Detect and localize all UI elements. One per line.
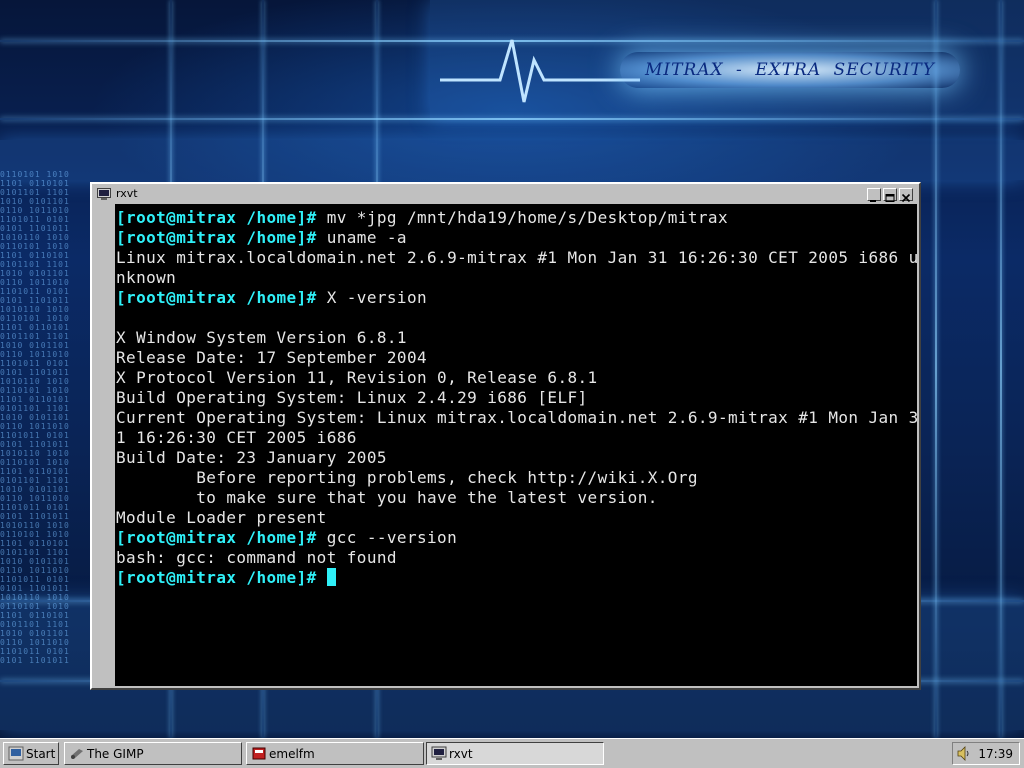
terminal-text: Build Operating System: Linux 2.4.29 i68… (116, 388, 588, 407)
terminal-icon (431, 746, 447, 760)
minimize-icon (870, 200, 876, 202)
terminal-text: X -version (316, 288, 428, 307)
terminal-text: Build Date: 23 January 2005 (116, 448, 387, 467)
heartbeat-pulse-icon (440, 39, 640, 103)
shell-prompt: [root@mitrax /home]# (116, 208, 317, 227)
terminal-lines: [root@mitrax /home]# mv *jpg /mnt/hda19/… (115, 204, 917, 588)
wallpaper-line (1000, 0, 1002, 738)
shell-prompt: [root@mitrax /home]# (116, 288, 317, 307)
task-label: rxvt (449, 747, 473, 761)
start-icon (8, 746, 24, 761)
terminal-line: Build Operating System: Linux 2.4.29 i68… (116, 388, 917, 408)
terminal-text: Before reporting problems, check http://… (116, 468, 698, 487)
terminal-line: [root@mitrax /home]# mv *jpg /mnt/hda19/… (116, 208, 917, 228)
terminal-text: Release Date: 17 September 2004 (116, 348, 428, 367)
terminal-line: Current Operating System: Linux mitrax.l… (116, 408, 917, 428)
terminal-text: Module Loader present (116, 508, 327, 527)
terminal-text: to make sure that you have the latest ve… (116, 488, 658, 507)
terminal-line: [root@mitrax /home]# (116, 568, 917, 588)
shell-prompt: [root@mitrax /home]# (116, 528, 317, 547)
wallpaper-line (0, 118, 1024, 120)
terminal-text: gcc --version (316, 528, 458, 547)
window-title: rxvt (116, 187, 138, 200)
terminal-line: 1 16:26:30 CET 2005 i686 (116, 428, 917, 448)
rxvt-window[interactable]: rxvt [root@mitrax /home]# mv *jpg /mnt/h… (90, 182, 921, 690)
maximize-icon (885, 194, 895, 202)
close-button[interactable] (899, 188, 913, 203)
window-titlebar[interactable]: rxvt (94, 186, 917, 203)
terminal-line: [root@mitrax /home]# X -version (116, 288, 917, 308)
start-label: Start (26, 747, 56, 761)
wallpaper-line (935, 0, 937, 738)
binary-pattern: 0110101 1010 1101 0110101 0101101 1101 1… (0, 170, 70, 665)
close-icon (901, 193, 911, 203)
gimp-icon (71, 749, 83, 759)
shell-prompt: [root@mitrax /home]# (116, 568, 317, 587)
shell-prompt: [root@mitrax /home]# (116, 228, 317, 247)
terminal-line: Linux mitrax.localdomain.net 2.6.9-mitra… (116, 248, 917, 268)
terminal-text: uname -a (316, 228, 407, 247)
terminal-text: X Window System Version 6.8.1 (116, 328, 407, 347)
terminal-line: X Window System Version 6.8.1 (116, 328, 917, 348)
terminal-icon[interactable] (97, 188, 111, 200)
terminal-line: [root@mitrax /home]# gcc --version (116, 528, 917, 548)
terminal-line: Release Date: 17 September 2004 (116, 348, 917, 368)
banner-text: MITRAX - EXTRA SECURITY (645, 60, 935, 80)
terminal-line: [root@mitrax /home]# uname -a (116, 228, 917, 248)
start-button[interactable]: Start (3, 742, 59, 765)
taskbar: Start The GIMP emelfm rxvt 17:39 (0, 738, 1024, 768)
terminal-line: Build Date: 23 January 2005 (116, 448, 917, 468)
terminal-text: Linux mitrax.localdomain.net 2.6.9-mitra… (116, 248, 917, 267)
terminal-line: bash: gcc: command not found (116, 548, 917, 568)
terminal-text: mv *jpg /mnt/hda19/home/s/Desktop/mitrax (316, 208, 729, 227)
scrollbar-area[interactable] (94, 204, 114, 686)
speaker-icon[interactable] (957, 746, 971, 761)
wallpaper-banner: MITRAX - EXTRA SECURITY (620, 52, 960, 88)
minimize-button[interactable] (867, 188, 881, 202)
terminal-text: 1 16:26:30 CET 2005 i686 (116, 428, 357, 447)
terminal-line: to make sure that you have the latest ve… (116, 488, 917, 508)
terminal-output[interactable]: [root@mitrax /home]# mv *jpg /mnt/hda19/… (115, 204, 917, 686)
terminal-text: X Protocol Version 11, Revision 0, Relea… (116, 368, 598, 387)
task-label: The GIMP (87, 747, 144, 761)
terminal-text: bash: gcc: command not found (116, 548, 397, 567)
maximize-button[interactable] (883, 188, 897, 202)
task-emelfm[interactable]: emelfm (246, 742, 424, 765)
terminal-line: X Protocol Version 11, Revision 0, Relea… (116, 368, 917, 388)
text-cursor (326, 568, 336, 586)
task-rxvt[interactable]: rxvt (426, 742, 604, 765)
task-label: emelfm (269, 747, 315, 761)
system-tray: 17:39 (952, 742, 1020, 765)
clock[interactable]: 17:39 (978, 747, 1013, 761)
terminal-text: Current Operating System: Linux mitrax.l… (116, 408, 917, 427)
terminal-line: nknown (116, 268, 917, 288)
task-gimp[interactable]: The GIMP (64, 742, 242, 765)
terminal-line: Module Loader present (116, 508, 917, 528)
file-manager-icon (252, 747, 266, 760)
desktop: 0110101 1010 1101 0110101 0101101 1101 1… (0, 0, 1024, 738)
terminal-line: Before reporting problems, check http://… (116, 468, 917, 488)
terminal-text: nknown (116, 268, 177, 287)
wallpaper-glow-band (0, 140, 1024, 180)
